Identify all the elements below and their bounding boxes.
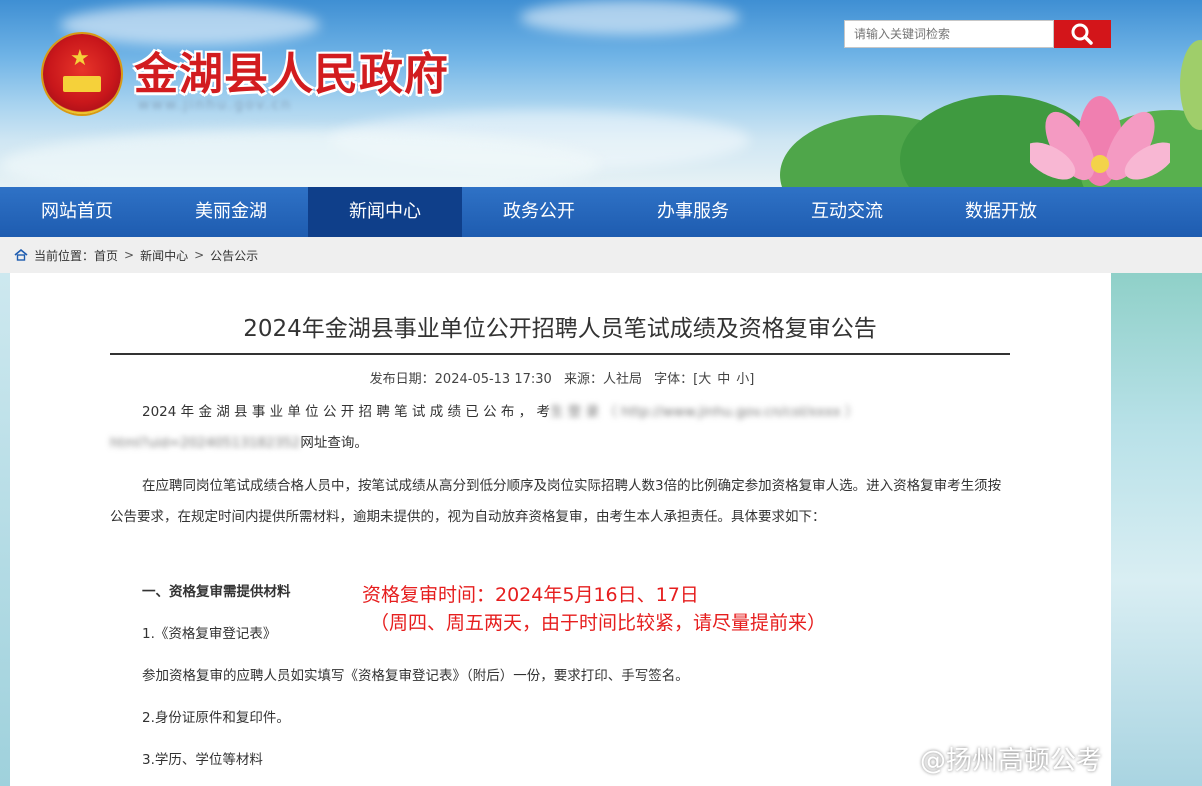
- font-size-bracket-close: ]: [749, 372, 755, 387]
- material-item-3: 3.学历、学位等材料: [142, 752, 263, 768]
- font-size-small-link[interactable]: 小: [736, 372, 749, 387]
- paragraph-review-rules: 在应聘同岗位笔试成绩合格人员中，按笔试成绩从高分到低分顺序及岗位实际招聘人数3倍…: [110, 478, 1002, 525]
- star-icon: ★: [70, 46, 90, 71]
- font-size-label: 字体：: [654, 372, 694, 387]
- material-item-2: 2.身份证原件和复印件。: [142, 710, 290, 726]
- breadcrumb-announcements[interactable]: 公告公示: [210, 247, 258, 264]
- watermark: @扬州高顿公考: [920, 746, 1103, 776]
- lotus-flower-image: [1030, 96, 1170, 186]
- nav-item-interaction[interactable]: 互动交流: [770, 187, 924, 237]
- search-button[interactable]: [1054, 20, 1111, 48]
- breadcrumb-label: 当前位置：: [34, 248, 95, 263]
- national-emblem-logo: ★: [43, 34, 121, 114]
- nav-item-open-data[interactable]: 数据开放: [924, 187, 1078, 237]
- nav-item-beautiful-jinhu[interactable]: 美丽金湖: [154, 187, 308, 237]
- source-label: 来源：: [563, 372, 603, 387]
- site-title[interactable]: 金湖县人民政府: [134, 38, 449, 102]
- nav-item-government-affairs[interactable]: 政务公开: [462, 187, 616, 237]
- publish-date: 2024-05-13 17:30: [434, 372, 552, 387]
- breadcrumb-separator: >: [124, 248, 135, 262]
- source-value: 人社局: [602, 372, 642, 387]
- paragraph-text: 网址查询。: [300, 435, 368, 451]
- article-container: 2024年金湖县事业单位公开招聘人员笔试成绩及资格复审公告 发布日期：2024-…: [10, 273, 1111, 786]
- article-title: 2024年金湖县事业单位公开招聘人员笔试成绩及资格复审公告: [243, 316, 877, 342]
- gate-icon: [63, 76, 101, 92]
- nav-item-news-center[interactable]: 新闻中心: [308, 187, 462, 237]
- font-size-medium-link[interactable]: 中: [717, 372, 730, 387]
- redacted-link-text: html?uid=20240513182352: [110, 435, 301, 451]
- breadcrumb: 当前位置： 首页 > 新闻中心 > 公告公示: [0, 237, 1202, 273]
- review-time-annotation: 资格复审时间：2024年5月16日、17日 （周四、周五两天，由于时间比较紧，请…: [362, 581, 826, 637]
- breadcrumb-news-center[interactable]: 新闻中心: [140, 247, 188, 264]
- search-input[interactable]: [844, 20, 1054, 48]
- nav-item-services[interactable]: 办事服务: [616, 187, 770, 237]
- search-icon: [1071, 23, 1093, 45]
- side-decoration-right: [1111, 273, 1202, 786]
- home-icon: [14, 249, 28, 261]
- main-navigation: 网站首页 美丽金湖 新闻中心 政务公开 办事服务 互动交流 数据开放: [0, 187, 1202, 237]
- breadcrumb-home[interactable]: 首页: [94, 247, 118, 264]
- publish-date-label: 发布日期：: [369, 372, 435, 387]
- paragraph-score-release: 2024 年 金 湖 县 事 业 单 位 公 开 招 聘 笔 试 成 绩 已 公…: [110, 397, 1010, 459]
- annotation-line-2: （周四、周五两天，由于时间比较紧，请尽量提前来）: [370, 612, 827, 634]
- article-meta: 发布日期：2024-05-13 17:30 来源：人社局 字体：[大中小]: [110, 368, 1010, 387]
- title-divider: [110, 353, 1010, 355]
- side-decoration-left: [0, 273, 10, 786]
- material-item-1-description: 参加资格复审的应聘人员如实填写《资格复审登记表》（附后）一份，要求打印、手写签名…: [142, 668, 689, 684]
- cloud-decoration: [520, 0, 740, 35]
- site-domain: www.jinhu.gov.cn: [138, 97, 293, 113]
- nav-item-home[interactable]: 网站首页: [0, 187, 154, 237]
- breadcrumb-separator: >: [194, 248, 205, 262]
- paragraph-text: 2024 年 金 湖 县 事 业 单 位 公 开 招 聘 笔 试 成 绩 已 公…: [142, 404, 550, 420]
- redacted-link-text: 生 登 录 （ http://www.jinhu.gov.cn/col/xxxx…: [549, 404, 859, 420]
- annotation-line-1: 资格复审时间：2024年5月16日、17日: [362, 584, 699, 606]
- font-size-large-link[interactable]: 大: [698, 372, 711, 387]
- site-header: ★ 金湖县人民政府 www.jinhu.gov.cn: [0, 0, 1202, 187]
